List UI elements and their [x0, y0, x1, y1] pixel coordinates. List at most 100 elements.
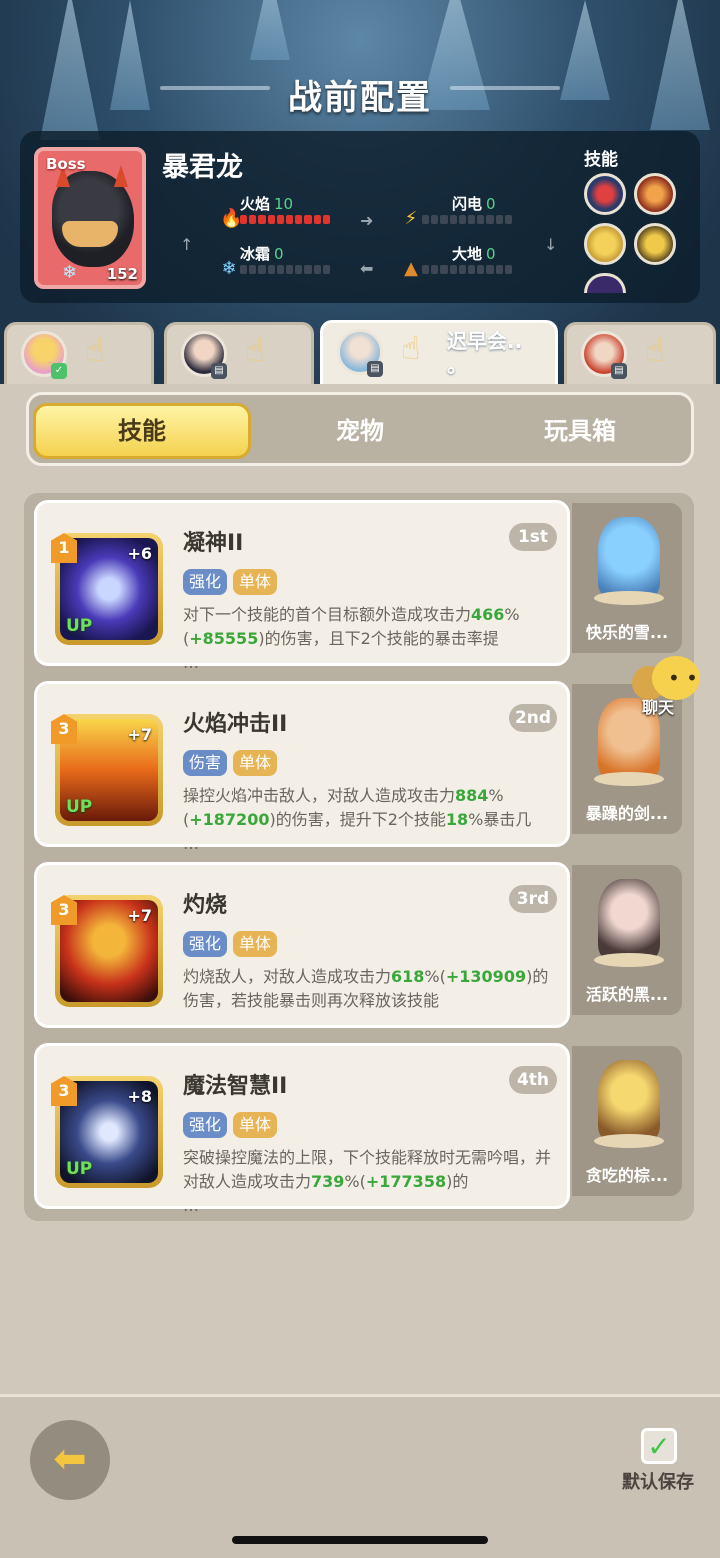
desc-text: %(: [424, 967, 446, 986]
element-bar-segment: [440, 265, 448, 274]
hero-tab-4[interactable]: ▤ ☝: [564, 322, 716, 386]
pet-figure: [598, 517, 660, 599]
skill-description: 操控火焰冲击敌人，对敌人造成攻击力884%(+187200)的伤害，提升下2个技…: [183, 784, 559, 856]
element-value: 0: [274, 245, 284, 263]
default-save-checkbox[interactable]: ✓: [641, 1428, 677, 1464]
element-bar-segment: [322, 215, 331, 224]
skill-tag: 强化: [183, 1112, 228, 1138]
tab-toybox[interactable]: 玩具箱: [471, 403, 689, 459]
desc-text: %(: [344, 1172, 366, 1191]
skill-tag: 单体: [233, 750, 278, 776]
boss-skill-icon[interactable]: [634, 223, 676, 265]
skill-rank: 3rd: [509, 885, 557, 913]
skill-description: 灼烧敌人，对敌人造成攻击力618%(+130909)的伤害，若技能暴击则再次释放…: [183, 965, 559, 1013]
element-bar-segment: [477, 265, 485, 274]
pointing-hand-icon: ☝: [85, 331, 105, 369]
element-bar-segment: [486, 215, 494, 224]
highlight-value: +187200: [189, 810, 270, 829]
skill-description: 突破操控魔法的上限，下个技能释放时无需吟唱，并对敌人造成攻击力739%(+177…: [183, 1146, 559, 1218]
earth-icon: ▲: [404, 258, 418, 279]
element-bar-segment: [249, 265, 257, 274]
skill-plus: +7: [127, 725, 152, 744]
skill-name: 火焰冲击II: [183, 712, 288, 737]
pet-slot[interactable]: 贪吃的棕...: [572, 1046, 682, 1196]
boss-skill-icon[interactable]: [584, 223, 626, 265]
desc-text: …: [183, 653, 199, 672]
pet-name: 活跃的黑...: [585, 985, 669, 1004]
skill-plus: +8: [127, 1087, 152, 1106]
fire-icon: 🔥: [220, 208, 243, 229]
element-bar-segment: [258, 265, 266, 274]
element-bar-segment: [295, 215, 303, 224]
highlight-value: 18: [445, 810, 469, 829]
element-value: 0: [486, 245, 496, 263]
skill-up: UP: [66, 797, 93, 817]
element-bar-segment: [295, 265, 303, 274]
element-bar-segment: [304, 215, 312, 224]
check-icon: ✓: [51, 363, 67, 379]
chat-icon: ▤: [611, 363, 627, 379]
element-bar-segment: [276, 215, 285, 224]
skill-card[interactable]: +7 3 灼烧 3rd 强化 单体 灼烧敌人，对敌人造成攻击力618%(+130…: [34, 862, 570, 1028]
desc-text: )的: [446, 1172, 469, 1191]
skill-card[interactable]: +7 UP 3 火焰冲击II 2nd 伤害 单体 操控火焰冲击敌人，对敌人造成攻…: [34, 681, 570, 853]
element-name: 大地: [452, 245, 483, 263]
element-bar-segment: [258, 215, 266, 224]
pointing-hand-icon: ☝: [645, 331, 665, 369]
desc-text: 对下一个技能的首个目标额外造成攻击力: [183, 605, 472, 624]
desc-text: %暴击几: [468, 810, 532, 829]
skill-card[interactable]: +6 UP 1 凝神II 1st 强化 单体 对下一个技能的首个目标额外造成攻击…: [34, 500, 570, 672]
element-bar-segment: [422, 215, 430, 224]
checkmark-icon: ✓: [647, 1430, 671, 1463]
skill-name: 灼烧: [183, 893, 228, 918]
page-title: 战前配置: [288, 78, 432, 118]
pet-slot[interactable]: 快乐的雪...: [572, 503, 682, 653]
element-bar-segment: [304, 265, 312, 274]
hero-tab-1[interactable]: ✓ ☝: [4, 322, 154, 386]
boss-skill-icon[interactable]: [584, 173, 626, 215]
lightning-icon: ⚡: [404, 208, 418, 229]
skill-tag: 伤害: [183, 750, 228, 776]
pet-name: 贪吃的棕...: [585, 1166, 669, 1185]
skill-plus: +7: [127, 906, 152, 925]
pet-slot[interactable]: 活跃的黑...: [572, 865, 682, 1015]
pointing-hand-icon: ☝: [401, 329, 421, 367]
skill-name: 魔法智慧II: [183, 1074, 288, 1099]
horn-shape: [114, 165, 128, 187]
highlight-value: 884: [455, 786, 489, 805]
element-value: 0: [486, 195, 496, 213]
skill-up: UP: [66, 616, 93, 636]
element-bar-segment: [313, 265, 321, 274]
element-name: 闪电: [452, 195, 483, 213]
boss-jaw: [62, 221, 118, 247]
tab-pets[interactable]: 宠物: [251, 403, 469, 459]
hero-tab-2[interactable]: ▤ ☝: [164, 322, 314, 386]
chat-label: 聊天: [642, 698, 675, 717]
hero-tab-3[interactable]: ▤ ☝ 迟早会.. 。: [320, 320, 558, 388]
element-bar-segment: [458, 265, 467, 274]
element-bar-segment: [249, 215, 257, 224]
desc-text: …: [183, 834, 199, 853]
skill-tag: 单体: [233, 569, 278, 595]
pointing-hand-icon: ☝: [245, 331, 265, 369]
boss-name: 暴君龙: [162, 152, 243, 183]
skill-card[interactable]: +8 UP 3 魔法智慧II 4th 强化 单体 突破操控魔法的上限，下个技能释…: [34, 1043, 570, 1215]
element-bar-segment: [495, 215, 503, 224]
boss-portrait[interactable]: Boss ❄ 152: [34, 147, 146, 289]
tab-skills[interactable]: 技能: [33, 403, 251, 459]
chat-button[interactable]: • • 聊天: [632, 656, 706, 717]
element-bar-segment: [240, 215, 248, 224]
back-button[interactable]: ⬅: [30, 1420, 110, 1500]
desc-text: )的伤害，提升下2个技能: [269, 810, 446, 829]
element-bar: [422, 265, 513, 274]
highlight-value: +85555: [189, 629, 259, 648]
home-indicator[interactable]: [232, 1536, 488, 1544]
boss-skill-icon[interactable]: [634, 173, 676, 215]
boss-skills-label: 技能: [584, 150, 618, 170]
cycle-arrow-icon: ↓: [544, 235, 558, 254]
skill-rank: 4th: [509, 1066, 557, 1094]
element-bar-segment: [422, 265, 430, 274]
skill-description: 对下一个技能的首个目标额外造成攻击力466%(+85555)的伤害，且下2个技能…: [183, 603, 559, 675]
element-bar-segment: [477, 215, 485, 224]
element-name: 火焰: [240, 195, 271, 213]
